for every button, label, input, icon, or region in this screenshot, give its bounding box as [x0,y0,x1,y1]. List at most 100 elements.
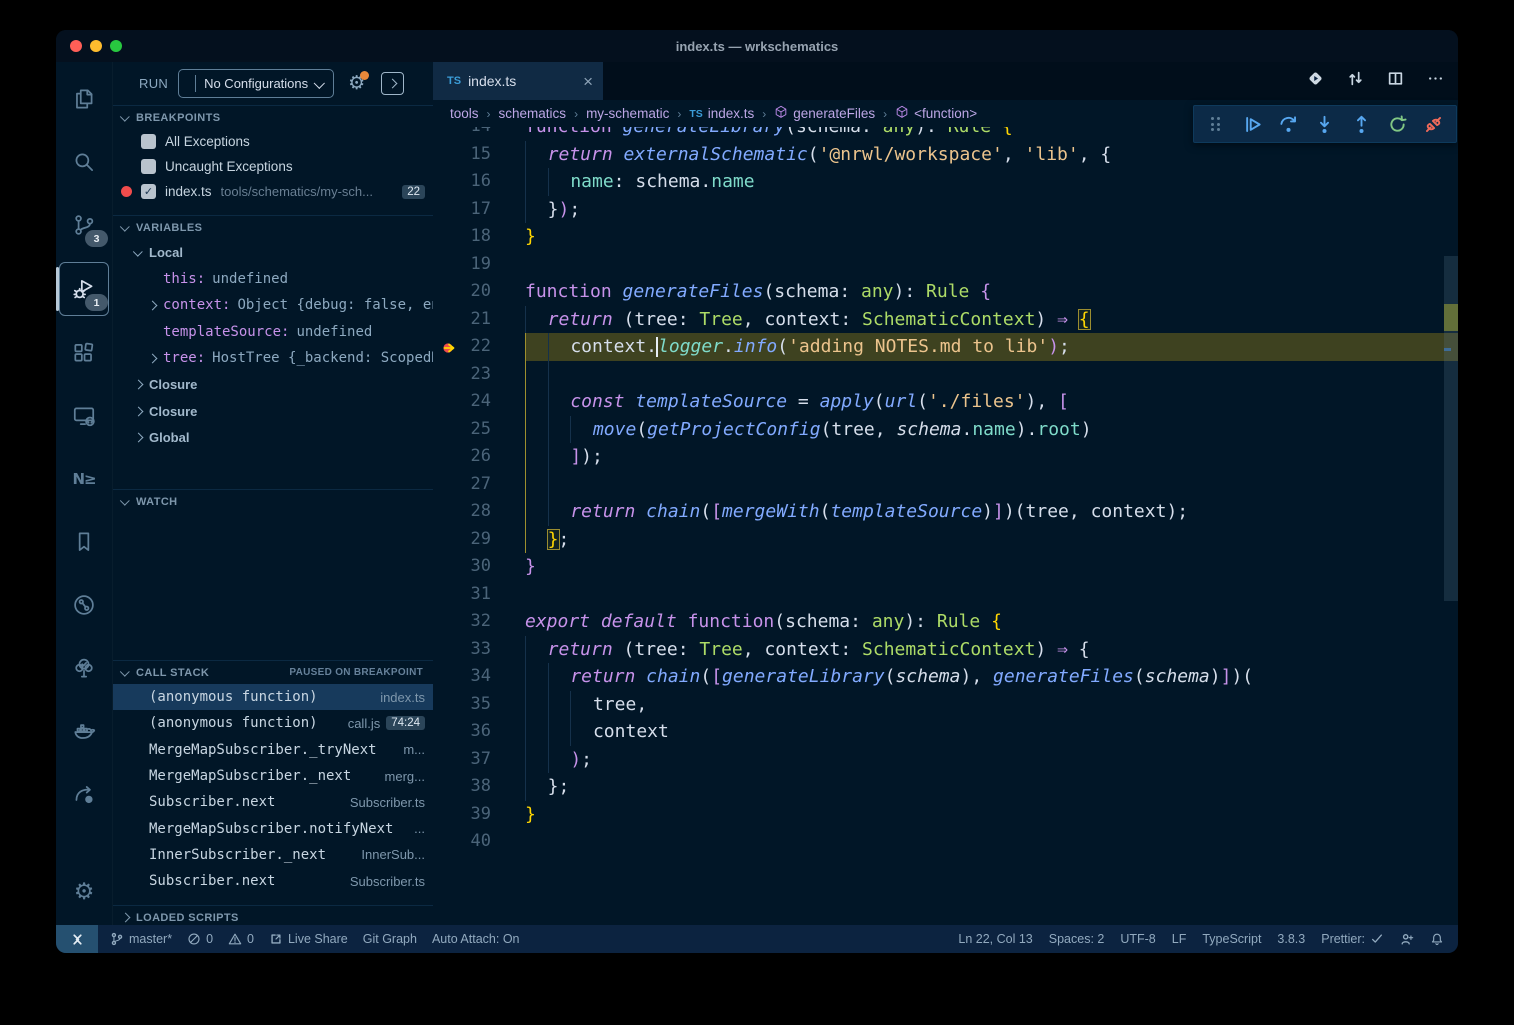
statusbar-language-mode[interactable]: TypeScript [1202,932,1261,946]
line-gutter[interactable]: 30 [433,553,525,581]
variable-row[interactable]: this:undefined [113,266,433,293]
statusbar-notifications[interactable] [1430,932,1444,946]
line-gutter[interactable]: 26 [433,443,525,471]
activity-item-docker[interactable] [60,705,108,757]
statusbar-live-share[interactable]: Live Share [269,932,348,946]
close-window-button[interactable] [70,40,82,52]
line-gutter[interactable]: 37 [433,746,525,774]
statusbar-prettier[interactable]: Prettier: [1321,932,1384,946]
activity-item-remote-explorer[interactable] [60,390,108,442]
activity-item-source-control[interactable]: 3 [60,199,108,251]
title-bar[interactable]: index.ts — wrkschematics [56,30,1458,62]
debug-disconnect-icon[interactable] [1423,113,1445,135]
code-line[interactable]: 22context.logger.info('adding NOTES.md t… [433,333,1458,361]
code-line[interactable]: 36context [433,718,1458,746]
code-line[interactable]: 40 [433,828,1458,856]
configure-launch-button[interactable]: ⚙ [348,74,365,93]
line-gutter[interactable]: 18 [433,223,525,251]
line-gutter[interactable]: 27 [433,471,525,499]
line-gutter[interactable]: 23 [433,361,525,389]
line-gutter[interactable]: 33 [433,636,525,664]
breakpoint-row[interactable]: ✓index.tstools/schematics/my-sch...22 [113,179,433,204]
line-gutter[interactable]: 38 [433,773,525,801]
code-line[interactable]: 30} [433,553,1458,581]
code-line[interactable]: 26]); [433,443,1458,471]
line-gutter[interactable]: 34 [433,663,525,691]
activity-item-testing[interactable] [60,642,108,694]
code-line[interactable]: 38}; [433,773,1458,801]
code-line[interactable]: 33return (tree: Tree, context: Schematic… [433,636,1458,664]
scope-row[interactable]: Closure [113,372,433,399]
code-line[interactable]: 15return externalSchematic('@nrwl/worksp… [433,141,1458,169]
statusbar-eol[interactable]: LF [1172,932,1187,946]
call-stack-frame[interactable]: MergeMapSubscriber.notifyNext... [113,815,433,841]
activity-item-bookmarks[interactable] [60,516,108,568]
code-line[interactable]: 18} [433,223,1458,251]
close-tab-icon[interactable]: × [583,73,593,90]
debug-step-into-icon[interactable] [1314,113,1336,135]
editor-action-more-actions-icon[interactable] [1427,70,1444,92]
breakpoint-row[interactable]: All Exceptions [113,129,433,154]
statusbar-remote-indicator[interactable] [56,925,98,953]
code-line[interactable]: 37); [433,746,1458,774]
debug-step-out-icon[interactable] [1350,113,1372,135]
scrollbar-thumb[interactable] [1444,256,1458,601]
breadcrumb-item[interactable]: generateFiles [774,105,875,122]
statusbar-indentation[interactable]: Spaces: 2 [1049,932,1105,946]
code-line[interactable]: 19 [433,251,1458,279]
activity-item-gitlens[interactable] [60,768,108,820]
launch-configuration-dropdown[interactable]: No Configurations [178,69,334,98]
code-editor[interactable]: 14function generateLibrary(schema: any):… [433,127,1458,925]
breakpoint-checkbox[interactable]: ✓ [141,184,156,199]
code-line[interactable]: 25move(getProjectConfig(tree, schema.nam… [433,416,1458,444]
code-line[interactable]: 16name: schema.name [433,168,1458,196]
statusbar-git-graph[interactable]: Git Graph [363,932,417,946]
call-stack-frame[interactable]: Subscriber.nextSubscriber.ts [113,789,433,815]
breadcrumb-item[interactable]: my-schematic [586,106,669,121]
breadcrumb-item[interactable]: tools [450,106,479,121]
code-line[interactable]: 23 [433,361,1458,389]
breadcrumb-item[interactable]: TSindex.ts [689,106,754,121]
zoom-window-button[interactable] [110,40,122,52]
activity-item-run-and-debug[interactable]: 1 [59,262,109,316]
debug-continue-icon[interactable] [1241,113,1263,135]
line-gutter[interactable]: 25 [433,416,525,444]
activity-item-timeline[interactable] [60,579,108,631]
variable-row[interactable]: context:Object {debug: false, en… [113,292,433,319]
line-gutter[interactable]: 32 [433,608,525,636]
breakpoint-current-statement-icon[interactable] [441,338,459,356]
breadcrumb-item[interactable]: <function> [895,105,977,122]
scope-row[interactable]: Global [113,425,433,452]
activity-item-search[interactable] [60,136,108,188]
line-gutter[interactable]: 31 [433,581,525,609]
statusbar-auto-attach[interactable]: Auto Attach: On [432,932,520,946]
line-gutter[interactable]: 24 [433,388,525,416]
editor-scrollbar[interactable] [1444,127,1458,925]
breakpoint-checkbox[interactable] [141,159,156,174]
code-line[interactable]: 21return (tree: Tree, context: Schematic… [433,306,1458,334]
section-header-watch[interactable]: WATCH [113,489,433,513]
call-stack-frame[interactable]: InnerSubscriber._nextInnerSub... [113,842,433,868]
section-header-variables[interactable]: VARIABLES [113,215,433,239]
code-line[interactable]: 34return chain([generateLibrary(schema),… [433,663,1458,691]
line-gutter[interactable]: 14 [433,127,525,141]
code-line[interactable]: 27 [433,471,1458,499]
activity-item-nx-console[interactable]: N≥ [60,453,108,505]
section-header-breakpoints[interactable]: BREAKPOINTS [113,105,433,129]
debug-step-over-icon[interactable] [1278,113,1300,135]
editor-action-open-changes-icon[interactable] [1307,70,1324,92]
call-stack-frame[interactable]: (anonymous function)index.ts [113,684,433,710]
code-line[interactable]: 24const templateSource = apply(url('./fi… [433,388,1458,416]
line-gutter[interactable]: 21 [433,306,525,334]
variable-row[interactable]: templateSource:undefined [113,319,433,346]
statusbar-warnings[interactable]: 0 [228,932,254,946]
call-stack-frame[interactable]: MergeMapSubscriber._nextmerg... [113,763,433,789]
activity-item-explorer[interactable] [60,73,108,125]
breadcrumb-item[interactable]: schematics [499,106,567,121]
statusbar-typescript-version[interactable]: 3.8.3 [1277,932,1305,946]
line-gutter[interactable]: 40 [433,828,525,856]
debug-restart-icon[interactable] [1387,113,1409,135]
line-gutter[interactable]: 36 [433,718,525,746]
line-gutter[interactable]: 20 [433,278,525,306]
code-line[interactable]: 17}); [433,196,1458,224]
